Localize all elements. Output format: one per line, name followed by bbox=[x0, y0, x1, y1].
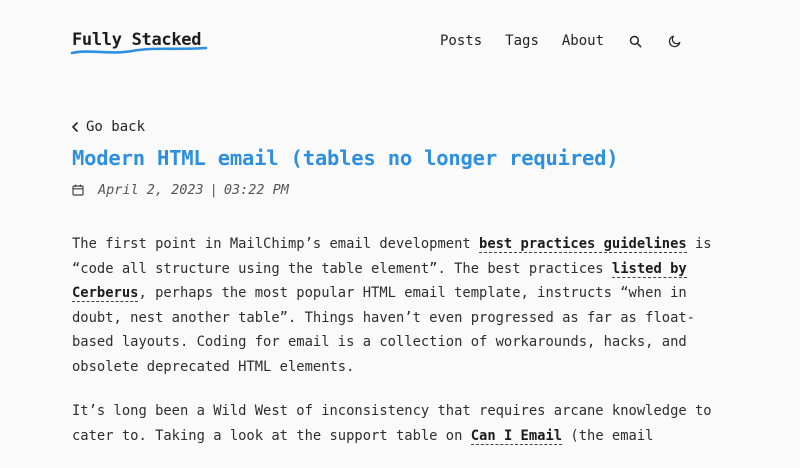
site-header: Fully Stacked Posts Tags About bbox=[0, 0, 800, 80]
paragraph-text: (the email bbox=[562, 427, 654, 444]
nav-about[interactable]: About bbox=[562, 33, 604, 49]
paragraph-text: , perhaps the most popular HTML email te… bbox=[72, 285, 695, 375]
go-back-label: Go back bbox=[86, 119, 146, 135]
link-best-practices[interactable]: best practices guidelines bbox=[479, 236, 687, 253]
link-can-i-email[interactable]: Can I Email bbox=[470, 427, 563, 445]
paragraph-2: It’s long been a Wild West of inconsiste… bbox=[72, 399, 732, 448]
post-time: 03:22 PM bbox=[223, 182, 289, 198]
post-date: April 2, 2023 bbox=[98, 182, 204, 198]
paragraph-text: The first point in MailChimp’s email dev… bbox=[72, 236, 480, 252]
post-content: The first point in MailChimp’s email dev… bbox=[72, 232, 732, 468]
calendar-icon bbox=[72, 184, 84, 196]
nav-posts[interactable]: Posts bbox=[440, 33, 482, 49]
nav-tags[interactable]: Tags bbox=[505, 33, 539, 49]
chevron-left-icon bbox=[68, 120, 82, 134]
paragraph-1: The first point in MailChimp’s email dev… bbox=[72, 232, 732, 379]
post-meta: April 2, 2023 | 03:22 PM bbox=[72, 182, 289, 198]
logo-underline-decoration bbox=[70, 46, 208, 55]
go-back-link[interactable]: Go back bbox=[68, 119, 145, 135]
meta-separator: | bbox=[209, 182, 218, 198]
search-icon[interactable] bbox=[627, 33, 643, 49]
moon-icon[interactable] bbox=[667, 33, 683, 49]
main-nav: Posts Tags About bbox=[440, 33, 683, 49]
post-title: Modern HTML email (tables no longer requ… bbox=[72, 146, 619, 170]
